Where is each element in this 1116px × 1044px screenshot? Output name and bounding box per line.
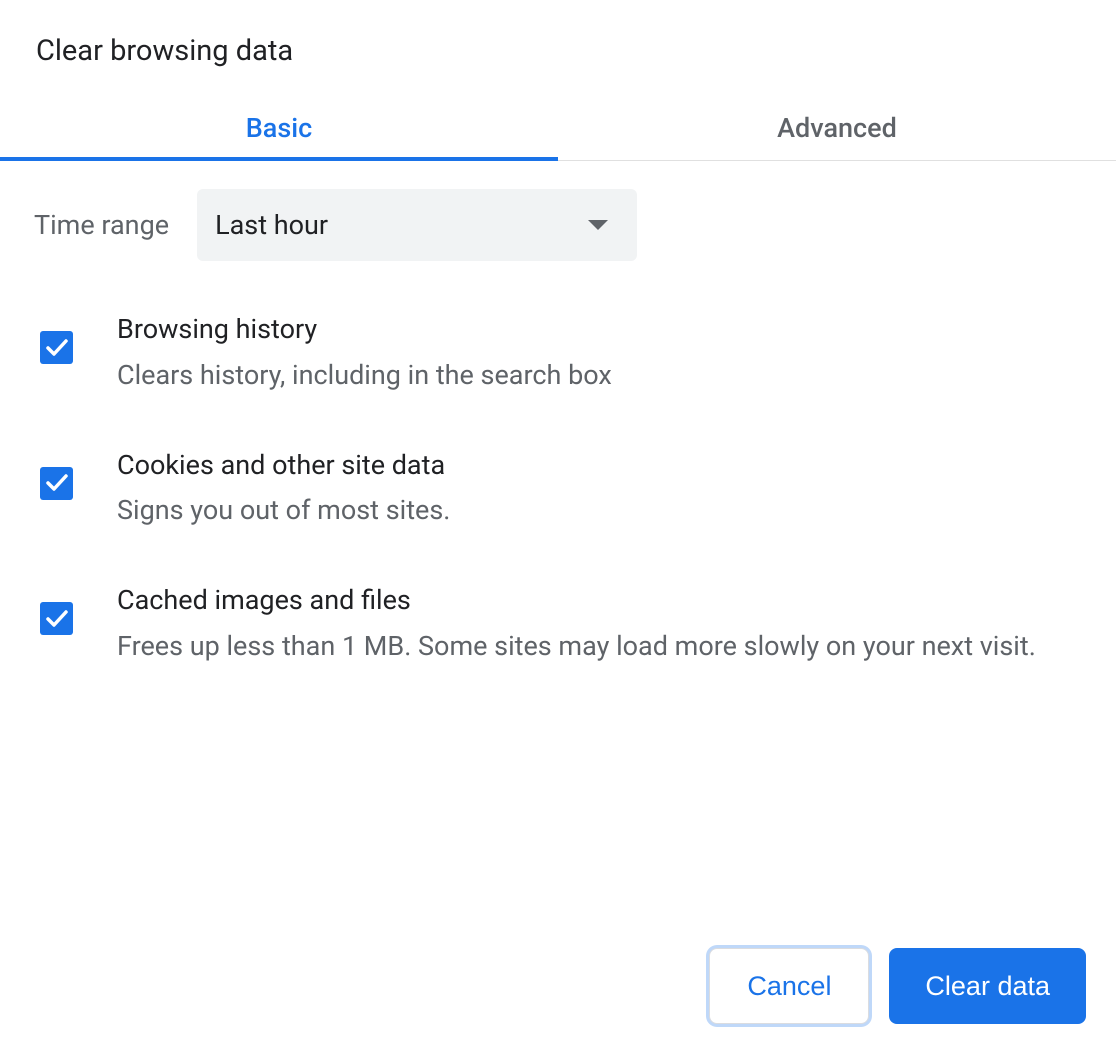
caret-down-icon bbox=[587, 219, 609, 231]
option-title: Cached images and files bbox=[117, 582, 1062, 620]
checkbox-cache[interactable] bbox=[40, 602, 73, 635]
option-title: Browsing history bbox=[117, 311, 1062, 349]
cancel-button-label: Cancel bbox=[747, 971, 831, 1002]
clear-data-button[interactable]: Clear data bbox=[889, 948, 1086, 1024]
clear-data-button-label: Clear data bbox=[925, 971, 1050, 1002]
option-cookies: Cookies and other site data Signs you ou… bbox=[40, 447, 1082, 533]
tab-advanced-label: Advanced bbox=[777, 112, 897, 144]
dialog-footer: Cancel Clear data bbox=[0, 948, 1116, 1024]
option-description: Signs you out of most sites. bbox=[117, 490, 1062, 532]
tabs: Basic Advanced bbox=[0, 98, 1116, 161]
check-icon bbox=[46, 474, 68, 492]
option-title: Cookies and other site data bbox=[117, 447, 1062, 485]
time-range-label: Time range bbox=[34, 209, 169, 241]
checkbox-cookies[interactable] bbox=[40, 467, 73, 500]
option-text: Cached images and files Frees up less th… bbox=[117, 582, 1082, 668]
option-text: Browsing history Clears history, includi… bbox=[117, 311, 1082, 397]
option-browsing-history: Browsing history Clears history, includi… bbox=[40, 311, 1082, 397]
tab-basic-label: Basic bbox=[246, 112, 312, 144]
tab-basic[interactable]: Basic bbox=[0, 98, 558, 160]
time-range-row: Time range Last hour bbox=[34, 189, 1082, 261]
option-description: Clears history, including in the search … bbox=[117, 355, 1062, 397]
dialog-title: Clear browsing data bbox=[36, 34, 1082, 68]
option-cache: Cached images and files Frees up less th… bbox=[40, 582, 1082, 668]
time-range-select[interactable]: Last hour bbox=[197, 189, 637, 261]
cancel-button[interactable]: Cancel bbox=[709, 948, 869, 1024]
check-icon bbox=[46, 610, 68, 628]
clear-browsing-data-dialog: Clear browsing data Basic Advanced Time … bbox=[0, 0, 1116, 668]
check-icon bbox=[46, 339, 68, 357]
option-text: Cookies and other site data Signs you ou… bbox=[117, 447, 1082, 533]
option-description: Frees up less than 1 MB. Some sites may … bbox=[117, 626, 1062, 668]
time-range-value: Last hour bbox=[215, 209, 328, 241]
tab-content-basic: Time range Last hour Browsing history Cl… bbox=[34, 161, 1082, 668]
checkbox-browsing-history[interactable] bbox=[40, 331, 73, 364]
tab-advanced[interactable]: Advanced bbox=[558, 98, 1116, 160]
